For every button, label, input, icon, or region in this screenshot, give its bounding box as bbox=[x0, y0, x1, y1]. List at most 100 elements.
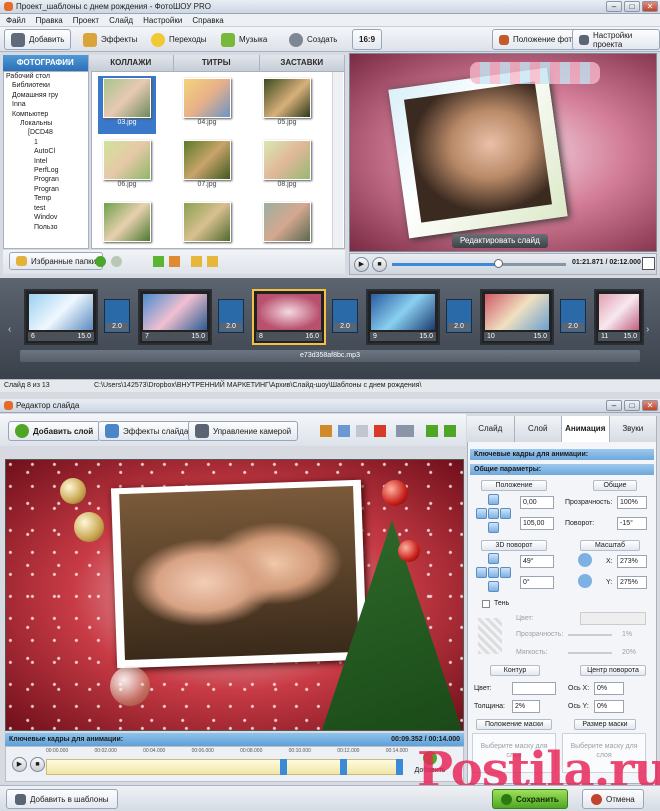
rotate3d-down-icon[interactable] bbox=[488, 581, 499, 592]
cut-icon[interactable] bbox=[320, 425, 332, 437]
opacity-input[interactable]: 100% bbox=[617, 496, 647, 509]
position-x-input[interactable]: 0,00 bbox=[520, 496, 554, 509]
tree-item[interactable]: Пользо bbox=[4, 223, 88, 232]
menu-help[interactable]: Справка bbox=[192, 16, 223, 25]
thumbnail-scrollbar[interactable] bbox=[332, 72, 343, 248]
playback-handle[interactable] bbox=[494, 259, 503, 268]
tab-slide[interactable]: Слайд bbox=[467, 416, 515, 442]
rotation-input[interactable]: -15° bbox=[617, 517, 647, 530]
aspect-ratio-button[interactable]: 16:9 bbox=[352, 29, 383, 50]
thumbnail[interactable] bbox=[98, 200, 156, 248]
shadow-softness-slider[interactable] bbox=[568, 652, 612, 654]
stop-button[interactable]: ■ bbox=[372, 257, 387, 272]
editor-minimize-button[interactable]: – bbox=[606, 400, 622, 411]
delete-icon[interactable] bbox=[374, 425, 386, 437]
timeline-slide[interactable]: 6 15.0 bbox=[24, 289, 98, 345]
menu-settings[interactable]: Настройки bbox=[143, 16, 182, 25]
play-button[interactable]: ▶ bbox=[354, 257, 369, 272]
thumbnail[interactable]: 04.jpg bbox=[178, 76, 236, 134]
folder-tree[interactable]: Рабочий стол Библиотеки Домашняя гру Inn… bbox=[3, 71, 89, 249]
home-icon[interactable] bbox=[169, 256, 180, 267]
tree-item[interactable]: Рабочий стол bbox=[4, 72, 88, 81]
thumbnail[interactable]: 07.jpg bbox=[178, 138, 236, 196]
add-tab[interactable]: Добавить bbox=[4, 29, 72, 50]
tree-item[interactable]: Progran bbox=[4, 185, 88, 194]
move-right-icon[interactable] bbox=[500, 508, 511, 519]
scale-x-input[interactable]: 273% bbox=[617, 555, 647, 568]
forward-icon[interactable] bbox=[111, 256, 122, 267]
timeline-slide[interactable]: 9 15.0 bbox=[366, 289, 440, 345]
thumbnail[interactable]: 08.jpg bbox=[258, 138, 316, 196]
zoom-in-icon[interactable] bbox=[578, 553, 592, 567]
thumbnail[interactable]: 03.jpg bbox=[98, 76, 156, 134]
tree-item[interactable]: Temp bbox=[4, 194, 88, 203]
shadow-opacity-slider[interactable] bbox=[568, 634, 612, 636]
timeline-slide[interactable]: 7 15.0 bbox=[138, 289, 212, 345]
contour-color-picker[interactable] bbox=[512, 682, 556, 695]
audio-track[interactable]: e73d358af8bc.mp3 bbox=[20, 350, 640, 362]
tab-layer[interactable]: Слой bbox=[514, 416, 562, 442]
axis-y-input[interactable]: 0% bbox=[594, 700, 624, 713]
camera-control-button[interactable]: Управление камерой bbox=[188, 421, 299, 441]
add-to-templates-button[interactable]: Добавить в шаблоны bbox=[6, 789, 118, 809]
create-tab[interactable]: Создать bbox=[282, 29, 344, 50]
tab-sounds[interactable]: Звуки bbox=[609, 416, 657, 442]
tree-item[interactable]: Домашняя гру bbox=[4, 91, 88, 100]
tree-item[interactable]: Библиотеки bbox=[4, 81, 88, 90]
rotate3d-x-input[interactable]: 49° bbox=[520, 555, 554, 568]
kf-stop-button[interactable]: ■ bbox=[30, 757, 45, 772]
new-folder-icon[interactable] bbox=[207, 256, 218, 267]
fullscreen-icon[interactable] bbox=[642, 257, 655, 270]
align-dropdown-icon[interactable] bbox=[396, 425, 414, 437]
save-button[interactable]: Сохранить bbox=[492, 789, 568, 809]
maximize-button[interactable]: □ bbox=[624, 1, 640, 12]
menu-edit[interactable]: Правка bbox=[36, 16, 63, 25]
timeline-right-arrow[interactable]: › bbox=[646, 324, 649, 335]
timeline-transition[interactable]: 2.0 bbox=[218, 299, 244, 333]
slide-canvas[interactable] bbox=[5, 459, 464, 731]
playback-track[interactable] bbox=[392, 263, 566, 266]
menu-slide[interactable]: Слайд bbox=[109, 16, 133, 25]
project-settings-button[interactable]: Настройки проекта bbox=[572, 29, 660, 50]
rotate3d-reset-icon[interactable] bbox=[488, 567, 499, 578]
tab-collages[interactable]: КОЛЛАЖИ bbox=[88, 55, 174, 71]
axis-x-input[interactable]: 0% bbox=[594, 682, 624, 695]
kf-marker[interactable] bbox=[280, 759, 287, 775]
tree-item[interactable]: PerfLog bbox=[4, 166, 88, 175]
transitions-tab[interactable]: Переходы bbox=[144, 29, 214, 50]
rotate3d-y-input[interactable]: 0° bbox=[520, 576, 554, 589]
photo-position-button[interactable]: Положение фото bbox=[492, 29, 584, 50]
tree-item[interactable]: AutoCl bbox=[4, 147, 88, 156]
tree-item[interactable]: [DCD48 bbox=[4, 128, 88, 137]
move-down-icon[interactable] bbox=[488, 522, 499, 533]
move-up-icon[interactable] bbox=[488, 494, 499, 505]
tree-item[interactable]: Progran bbox=[4, 175, 88, 184]
tab-titles[interactable]: ТИТРЫ bbox=[174, 55, 260, 71]
editor-close-button[interactable]: ✕ bbox=[642, 400, 658, 411]
shadow-color-picker[interactable] bbox=[580, 612, 646, 625]
thumbnail[interactable] bbox=[178, 200, 236, 248]
paste-icon[interactable] bbox=[356, 425, 368, 437]
thumbnail[interactable]: 06.jpg bbox=[98, 138, 156, 196]
tree-item[interactable]: Intel bbox=[4, 157, 88, 166]
kf-marker[interactable] bbox=[340, 759, 347, 775]
edit-slide-button[interactable]: Редактировать слайд bbox=[452, 234, 548, 248]
folder-up-icon[interactable] bbox=[191, 256, 202, 267]
thumbnail[interactable] bbox=[258, 200, 316, 248]
kf-play-button[interactable]: ▶ bbox=[12, 757, 27, 772]
close-button[interactable]: ✕ bbox=[642, 1, 658, 12]
timeline-transition[interactable]: 2.0 bbox=[332, 299, 358, 333]
tab-intros[interactable]: ЗАСТАВКИ bbox=[259, 55, 345, 71]
position-y-input[interactable]: 105,00 bbox=[520, 517, 554, 530]
scale-y-input[interactable]: 275% bbox=[617, 576, 647, 589]
layer-down-icon[interactable] bbox=[426, 425, 438, 437]
copy-icon[interactable] bbox=[338, 425, 350, 437]
menu-project[interactable]: Проект bbox=[73, 16, 99, 25]
timeline-slide[interactable]: 11 15.0 bbox=[594, 289, 644, 345]
timeline-transition[interactable]: 2.0 bbox=[560, 299, 586, 333]
menu-file[interactable]: Файл bbox=[6, 16, 26, 25]
zoom-out-icon[interactable] bbox=[578, 574, 592, 588]
center-icon[interactable] bbox=[488, 508, 499, 519]
tab-photos[interactable]: ФОТОГРАФИИ bbox=[3, 55, 89, 71]
timeline-left-arrow[interactable]: ‹ bbox=[8, 324, 11, 335]
